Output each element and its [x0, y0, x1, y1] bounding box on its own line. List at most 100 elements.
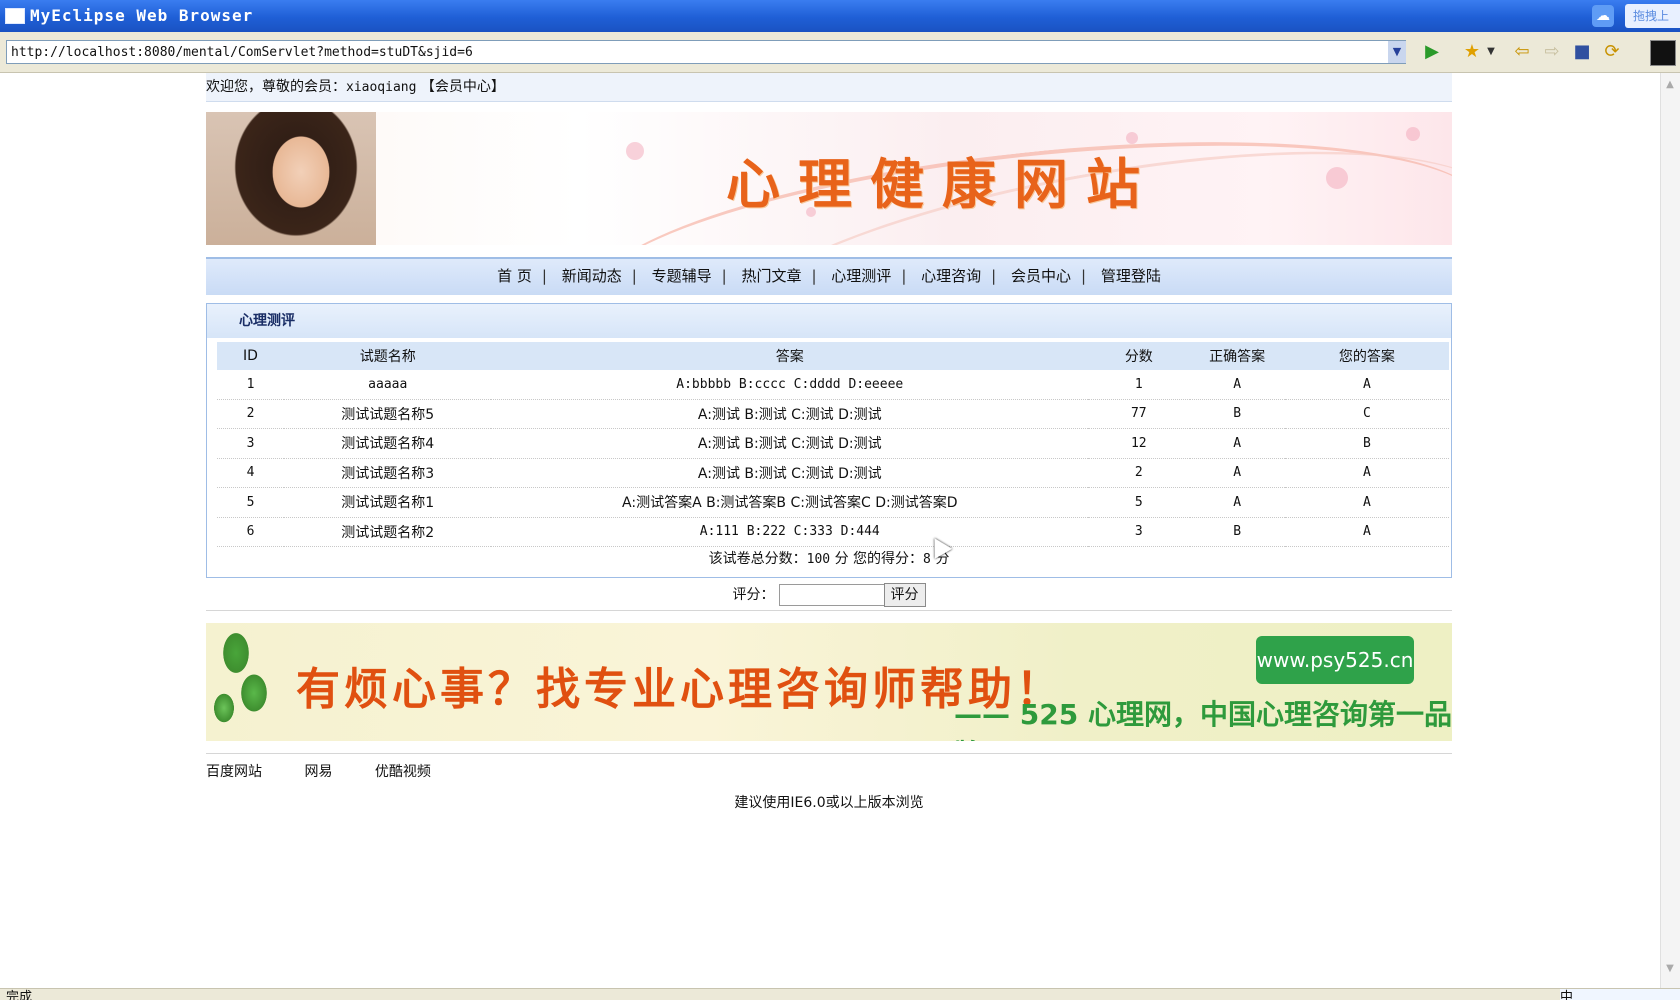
- nav-articles[interactable]: 热门文章: [731, 259, 811, 293]
- col-header-yours: 您的答案: [1284, 342, 1449, 370]
- upload-button[interactable]: 拖拽上传: [1625, 4, 1680, 47]
- cell-yours: B: [1284, 428, 1449, 459]
- rate-input[interactable]: [778, 584, 885, 606]
- nav-news[interactable]: 新闻动态: [552, 259, 632, 293]
- rating-form: 评分： 评分: [206, 580, 1452, 611]
- cell-answers: A:bbbbb B:cccc C:dddd D:eeeee: [491, 370, 1089, 400]
- cell-correct: A: [1189, 370, 1285, 400]
- table-row: 6 测试试题名称2 A:111 B:222 C:333 D:444 3 B A: [217, 517, 1449, 547]
- cell-answers: A:测试答案A B:测试答案B C:测试答案C D:测试答案D: [491, 487, 1089, 518]
- cell-name: 测试试题名称2: [284, 517, 492, 547]
- vertical-scrollbar[interactable]: [1660, 73, 1680, 988]
- cell-yours: A: [1284, 370, 1449, 400]
- nav-member[interactable]: 会员中心: [1001, 259, 1081, 293]
- scroll-down-icon[interactable]: ▼: [1660, 960, 1680, 978]
- panel-title: 心理测评: [207, 304, 1451, 342]
- ad-url-badge[interactable]: www.psy525.cn: [1256, 636, 1414, 684]
- browser-note: 建议使用IE6.0或以上版本浏览: [734, 795, 924, 811]
- leaf-decoration: [206, 623, 281, 741]
- footer-link-youku[interactable]: 优酷视频: [375, 754, 431, 790]
- page-content: 欢迎您，尊敬的会员：xiaoqiang 【会员中心】 心理健康网站 首 页 | 新…: [206, 73, 1452, 812]
- banner-decoration: [1326, 167, 1348, 189]
- cell-answers: A:111 B:222 C:333 D:444: [491, 517, 1089, 547]
- cell-id: 4: [217, 458, 284, 488]
- cell-score: 77: [1088, 399, 1190, 429]
- table-row: 1 aaaaa A:bbbbb B:cccc C:dddd D:eeeee 1 …: [217, 370, 1449, 400]
- cell-id: 1: [217, 370, 284, 400]
- nav-assessment[interactable]: 心理测评: [821, 259, 901, 293]
- nav-separator: |: [541, 267, 547, 285]
- star-icon[interactable]: ★: [1460, 40, 1484, 64]
- nav-separator: |: [811, 267, 817, 285]
- your-score: 8: [923, 552, 931, 567]
- cell-answers: A:测试 B:测试 C:测试 D:测试: [491, 458, 1089, 488]
- banner-decoration: [626, 142, 644, 160]
- footer-links: 百度网站 网易 优酷视频: [206, 753, 1452, 790]
- cell-correct: A: [1189, 428, 1285, 459]
- cell-name: 测试试题名称5: [284, 399, 492, 429]
- arrow-right-icon[interactable]: ⇨: [1540, 40, 1564, 64]
- nav-separator: |: [991, 267, 997, 285]
- your-score-label: 您的得分：: [853, 551, 924, 567]
- member-center-link[interactable]: 【会员中心】: [421, 79, 505, 95]
- total-score: 100: [806, 552, 831, 567]
- status-text: 完成: [6, 990, 33, 1000]
- window-title: MyEclipse Web Browser: [30, 6, 254, 25]
- arrow-left-icon[interactable]: ⇦: [1510, 40, 1534, 64]
- cell-correct: A: [1189, 487, 1285, 518]
- total-label: 该试卷总分数：: [708, 551, 807, 567]
- nav-separator: |: [1081, 267, 1087, 285]
- refresh-icon[interactable]: ⟳: [1600, 40, 1624, 64]
- table-row: 2 测试试题名称5 A:测试 B:测试 C:测试 D:测试 77 B C: [217, 399, 1449, 429]
- cell-answers: A:测试 B:测试 C:测试 D:测试: [491, 399, 1089, 429]
- panel-toggle-button[interactable]: [1650, 40, 1676, 66]
- cell-name: 测试试题名称3: [284, 458, 492, 488]
- total-score-line: 该试卷总分数：100 分 您的得分：8 分: [207, 547, 1451, 571]
- banner-portrait: [206, 112, 376, 245]
- cell-score: 3: [1088, 517, 1190, 547]
- url-input[interactable]: http://localhost:8080/mental/ComServlet?…: [6, 40, 1406, 64]
- cell-score: 12: [1088, 428, 1190, 459]
- nav-separator: |: [901, 267, 907, 285]
- stop-icon[interactable]: ■: [1570, 40, 1594, 64]
- window-titlebar: MyEclipse Web Browser ☁ 拖拽上传: [0, 0, 1680, 47]
- footer-link-baidu[interactable]: 百度网站: [206, 754, 262, 790]
- cell-correct: B: [1189, 399, 1285, 429]
- status-bar: 完成 中: [0, 988, 1680, 1000]
- ad-headline: 有烦心事？找专业心理咨询师帮助！: [296, 664, 1064, 715]
- chevron-down-icon[interactable]: ▼: [1388, 41, 1406, 63]
- nav-separator: |: [721, 267, 727, 285]
- ime-indicator[interactable]: 中: [1560, 989, 1680, 1000]
- play-icon[interactable]: ▶: [1420, 40, 1444, 64]
- nav-separator: |: [631, 267, 637, 285]
- favorites-dropdown-icon[interactable]: ▼: [1485, 40, 1497, 64]
- cell-score: 1: [1088, 370, 1190, 400]
- col-header-answers: 答案: [491, 342, 1089, 370]
- table-row: 5 测试试题名称1 A:测试答案A B:测试答案B C:测试答案C D:测试答案…: [217, 487, 1449, 518]
- footer-link-netease[interactable]: 网易: [304, 754, 332, 790]
- results-table: ID 试题名称 答案 分数 正确答案 您的答案 1 aaaaa A:bbbbb …: [217, 342, 1449, 547]
- cell-score: 2: [1088, 458, 1190, 488]
- nav-consult[interactable]: 心理咨询: [911, 259, 991, 293]
- nav-admin-login[interactable]: 管理登陆: [1091, 259, 1171, 293]
- cell-score: 5: [1088, 487, 1190, 518]
- nav-topics[interactable]: 专题辅导: [642, 259, 722, 293]
- assessment-panel: 心理测评 ID 试题名称 答案 分数 正确答案 您的答案 1 aaaaa A:b…: [206, 303, 1452, 578]
- cell-yours: A: [1284, 458, 1449, 488]
- ad-banner[interactable]: 有烦心事？找专业心理咨询师帮助！ www.psy525.cn —— 525 心理…: [206, 623, 1452, 741]
- col-header-id: ID: [217, 342, 284, 370]
- welcome-text: 欢迎您，尊敬的会员：: [206, 79, 346, 95]
- cell-yours: A: [1284, 487, 1449, 518]
- welcome-bar: 欢迎您，尊敬的会员：xiaoqiang 【会员中心】: [206, 73, 1452, 102]
- rate-button[interactable]: 评分: [883, 583, 926, 607]
- col-header-score: 分数: [1088, 342, 1190, 370]
- cloud-icon[interactable]: ☁: [1592, 5, 1614, 27]
- cell-id: 3: [217, 428, 284, 459]
- col-header-name: 试题名称: [284, 342, 492, 370]
- scroll-up-icon[interactable]: ▲: [1660, 76, 1680, 94]
- cell-id: 2: [217, 399, 284, 429]
- col-header-correct: 正确答案: [1189, 342, 1285, 370]
- nav-home[interactable]: 首 页: [487, 259, 542, 293]
- cell-yours: A: [1284, 517, 1449, 547]
- banner-decoration: [1406, 127, 1420, 141]
